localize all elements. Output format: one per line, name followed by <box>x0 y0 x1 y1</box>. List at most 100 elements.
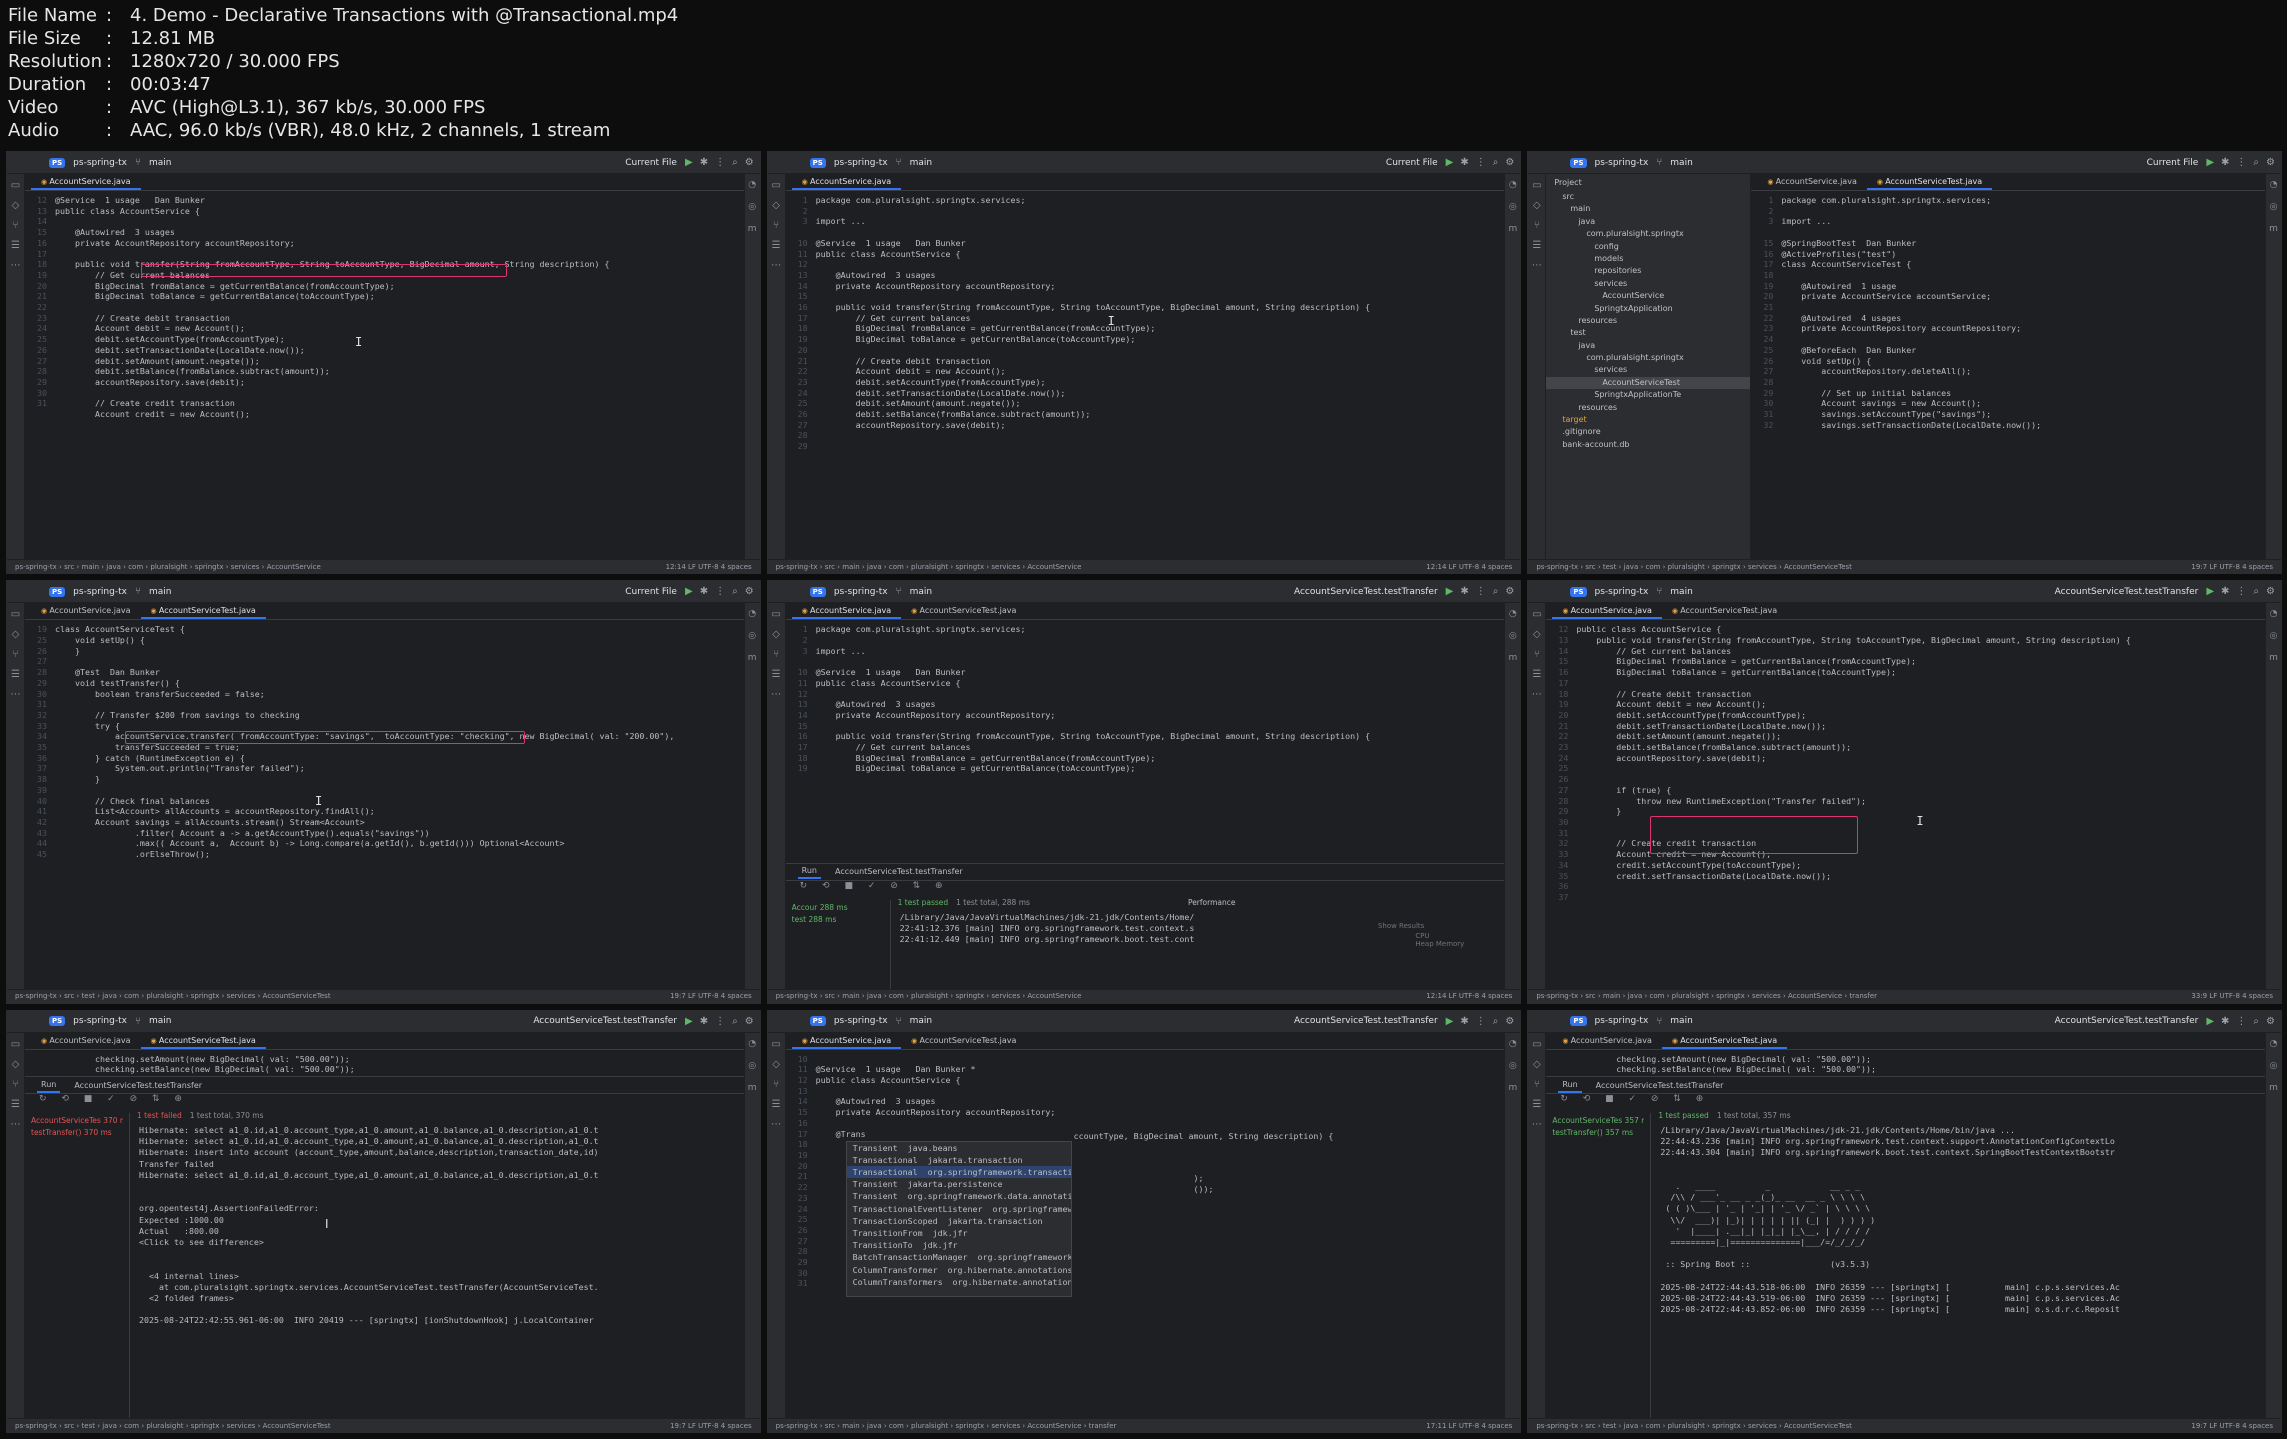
search-icon[interactable]: ⌕ <box>732 586 738 597</box>
code-editor[interactable]: 10 11 12 13 14 15 16 17 18 19 20 21 22 2… <box>786 1050 1505 1418</box>
more-icon[interactable]: ⋮ <box>715 1016 725 1027</box>
run-icon[interactable]: ▶ <box>2206 157 2214 168</box>
project-tree-item[interactable]: config <box>1546 241 1750 253</box>
autocomplete-item[interactable]: Transactional org.springframework.transa… <box>846 1166 1071 1179</box>
vcs-icon[interactable]: ⑂ <box>1534 649 1540 660</box>
autocomplete-item[interactable]: ColumnTransformers org.hibernate.annotat… <box>847 1276 1071 1288</box>
code-text[interactable]: package com.pluralsight.springtx.service… <box>1781 195 2265 430</box>
project-tree-item[interactable]: AccountServiceTest <box>1546 376 1751 390</box>
test-node[interactable]: testTransfer() 357 ms <box>1552 1128 1644 1140</box>
project-tree[interactable]: src main java com.pluralsight.springtx confi… <box>1546 191 1751 451</box>
branch-name[interactable]: main <box>910 587 933 597</box>
vcs-icon[interactable]: ⑂ <box>773 1079 779 1090</box>
commit-icon[interactable]: ◇ <box>772 1059 780 1070</box>
tab-account-service[interactable]: AccountService.java <box>791 174 902 190</box>
folder-icon[interactable]: ▭ <box>11 1039 20 1050</box>
run-config[interactable]: AccountServiceTest.testTransfer <box>2055 1016 2199 1026</box>
maven-icon[interactable]: m <box>748 653 757 663</box>
ai-icon[interactable]: ◎ <box>2270 1061 2278 1071</box>
vcs-icon[interactable]: ⑂ <box>13 1079 19 1090</box>
run-icon[interactable]: ▶ <box>2206 586 2214 597</box>
console-output[interactable]: Hibernate: select a1_0.id,a1_0.account_t… <box>135 1125 744 1418</box>
breadcrumb[interactable]: ps-spring-tx › src › main › java › com ›… <box>776 1422 1117 1430</box>
run-config[interactable]: AccountServiceTest.testTransfer <box>1294 1016 1438 1026</box>
tab-account-service-test[interactable]: AccountServiceTest.java <box>140 603 266 620</box>
run-icon[interactable]: ▶ <box>685 586 693 597</box>
maven-icon[interactable]: m <box>2269 224 2278 234</box>
breadcrumb[interactable]: ps-spring-tx › src › main › java › com ›… <box>776 992 1082 1000</box>
project-tree-item[interactable]: java <box>1546 340 1750 352</box>
structure-icon[interactable]: ☰ <box>11 1099 20 1110</box>
more-icon[interactable]: ⋮ <box>2236 1016 2246 1027</box>
debug-icon[interactable]: ✱ <box>1460 1016 1468 1027</box>
project-panel-title[interactable]: Project <box>1546 174 1750 191</box>
more-icon[interactable]: ⋮ <box>2236 586 2246 597</box>
notifications-icon[interactable]: ◔ <box>1509 609 1517 619</box>
test-node[interactable]: AccountServiceTes 357 ms <box>1552 1116 1644 1128</box>
project-tree-item[interactable]: com.pluralsight.springtx <box>1546 352 1750 364</box>
code-text[interactable]: package com.pluralsight.springtx.service… <box>816 195 1505 430</box>
code-text[interactable]: checking.setAmount(new BigDecimal( val: … <box>55 1054 744 1075</box>
tab-account-service[interactable]: AccountService.java <box>791 1033 902 1049</box>
autocomplete-item[interactable]: TransitionFrom jdk.jfr <box>847 1227 1071 1239</box>
run-config[interactable]: AccountServiceTest.testTransfer <box>533 1016 677 1026</box>
more-tools-icon[interactable]: ⋯ <box>11 1119 21 1130</box>
console-output[interactable]: /Library/Java/JavaVirtualMachines/jdk-21… <box>1656 1125 2265 1418</box>
breadcrumb[interactable]: ps-spring-tx › src › test › java › com ›… <box>1536 563 1852 571</box>
project-name[interactable]: ps-spring-tx <box>73 587 127 597</box>
branch-name[interactable]: main <box>910 1016 933 1026</box>
run-icon[interactable]: ▶ <box>2206 1016 2214 1027</box>
breadcrumb[interactable]: ps-spring-tx › src › main › java › com ›… <box>776 563 1082 571</box>
folder-icon[interactable]: ▭ <box>771 180 780 191</box>
more-tools-icon[interactable]: ⋯ <box>771 689 781 700</box>
status-right[interactable]: 19:7 LF UTF-8 4 spaces <box>670 992 752 1000</box>
notifications-icon[interactable]: ◔ <box>748 1039 756 1049</box>
maven-icon[interactable]: m <box>1508 224 1517 234</box>
maven-icon[interactable]: m <box>2269 1083 2278 1093</box>
structure-icon[interactable]: ☰ <box>11 240 20 251</box>
settings-icon[interactable]: ⚙ <box>745 1016 754 1027</box>
more-icon[interactable]: ⋮ <box>1476 157 1486 168</box>
commit-icon[interactable]: ◇ <box>12 1059 20 1070</box>
run-tab[interactable]: Run <box>37 1078 61 1093</box>
code-editor[interactable]: 1 2 3 10 11 12 13 14 15 16 17 18 19 20 2… <box>786 191 1505 559</box>
project-tree-item[interactable]: resources <box>1546 402 1750 414</box>
settings-icon[interactable]: ⚙ <box>1505 586 1514 597</box>
branch-name[interactable]: main <box>149 587 172 597</box>
test-tree[interactable]: AccountServiceTes 357 ms testTransfer() 3… <box>1546 1113 1652 1418</box>
search-icon[interactable]: ⌕ <box>1493 586 1499 597</box>
more-tools-icon[interactable]: ⋯ <box>1532 1119 1542 1130</box>
project-tree-item[interactable]: SpringtxApplicationTe <box>1546 389 1750 401</box>
run-tab[interactable]: Run <box>797 864 821 880</box>
autocomplete-item[interactable]: Transient java.beans <box>847 1142 1071 1154</box>
maven-icon[interactable]: m <box>1508 653 1517 663</box>
breadcrumb[interactable]: ps-spring-tx › src › test › java › com ›… <box>1536 1422 1852 1430</box>
more-tools-icon[interactable]: ⋯ <box>771 1119 781 1130</box>
more-tools-icon[interactable]: ⋯ <box>771 260 781 271</box>
code-text[interactable]: checking.setAmount(new BigDecimal( val: … <box>1576 1054 2265 1075</box>
settings-icon[interactable]: ⚙ <box>1505 1016 1514 1027</box>
folder-icon[interactable]: ▭ <box>1532 609 1541 620</box>
status-right[interactable]: 12:14 LF UTF-8 4 spaces <box>1426 992 1512 1000</box>
structure-icon[interactable]: ☰ <box>772 240 781 251</box>
branch-name[interactable]: main <box>910 158 933 168</box>
branch-name[interactable]: main <box>149 1016 172 1026</box>
settings-icon[interactable]: ⚙ <box>2266 157 2275 168</box>
maven-icon[interactable]: m <box>2269 653 2278 663</box>
search-icon[interactable]: ⌕ <box>2253 586 2259 597</box>
settings-icon[interactable]: ⚙ <box>2266 1016 2275 1027</box>
run-icon[interactable]: ▶ <box>1446 1016 1454 1027</box>
autocomplete-item[interactable]: Transactional jakarta.transaction <box>847 1154 1071 1166</box>
run-icon[interactable]: ▶ <box>685 1016 693 1027</box>
run-icon[interactable]: ▶ <box>685 157 693 168</box>
tab-account-service-test[interactable]: AccountServiceTest.java <box>1661 1033 1788 1049</box>
tab-account-service-test[interactable]: AccountServiceTest.java <box>901 603 1026 619</box>
project-tree-item[interactable]: services <box>1546 364 1750 376</box>
commit-icon[interactable]: ◇ <box>12 629 20 640</box>
debug-icon[interactable]: ✱ <box>700 1016 708 1027</box>
autocomplete-item[interactable]: BatchTransactionManager org.springframew… <box>847 1251 1071 1263</box>
status-right[interactable]: 19:7 LF UTF-8 4 spaces <box>670 1422 752 1430</box>
more-tools-icon[interactable]: ⋯ <box>11 260 21 271</box>
folder-icon[interactable]: ▭ <box>11 609 20 620</box>
maven-icon[interactable]: m <box>748 1083 757 1093</box>
